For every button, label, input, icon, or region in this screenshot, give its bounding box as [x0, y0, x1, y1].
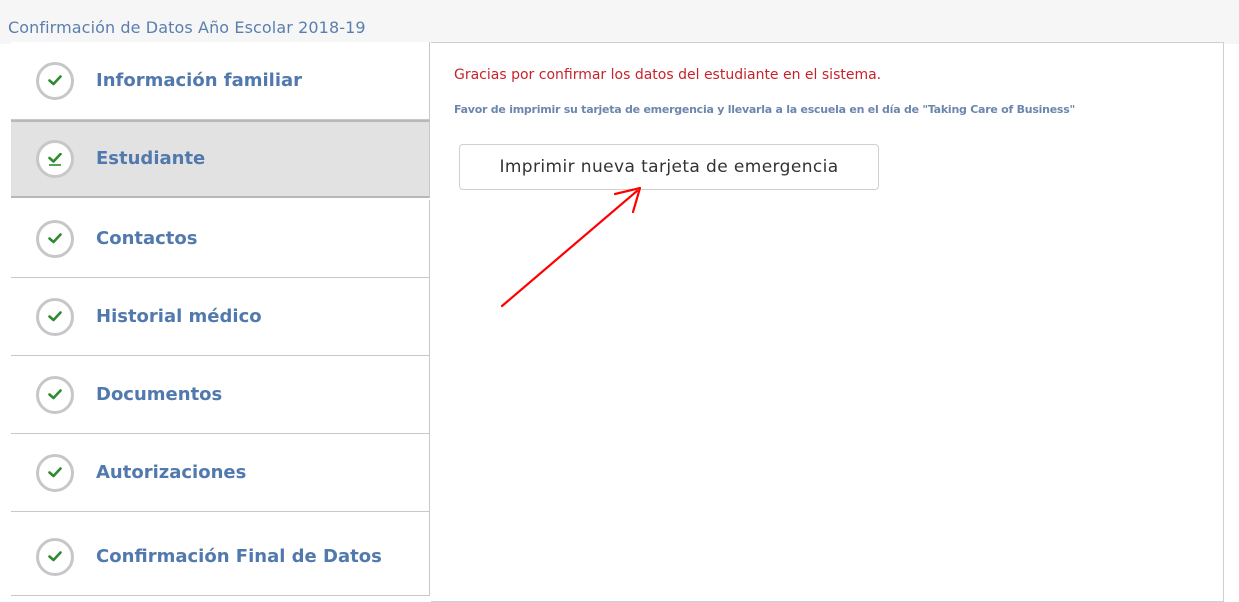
check-circle-icon	[36, 454, 74, 492]
step-documentos[interactable]: Documentos	[11, 356, 430, 434]
check-circle-icon	[36, 140, 74, 178]
check-circle-icon	[36, 220, 74, 258]
step-label: Historial médico	[96, 306, 262, 327]
step-label: Confirmación Final de Datos	[96, 546, 382, 567]
confirmation-message: Gracias por confirmar los datos del estu…	[454, 67, 882, 83]
check-circle-icon	[36, 298, 74, 336]
step-label: Información familiar	[96, 70, 303, 91]
step-confirmacion-final[interactable]: Confirmación Final de Datos	[11, 512, 430, 596]
print-instruction: Favor de imprimir su tarjeta de emergenc…	[454, 103, 1076, 116]
step-label: Contactos	[96, 228, 198, 249]
step-sidebar: Información familiar Estudiante Contacto…	[11, 42, 431, 602]
step-historial-medico[interactable]: Historial médico	[11, 278, 430, 356]
check-circle-icon	[36, 376, 74, 414]
annotation-arrow-icon	[500, 186, 642, 308]
step-estudiante[interactable]: Estudiante	[11, 120, 430, 198]
check-circle-icon	[36, 538, 74, 576]
step-label: Documentos	[96, 384, 223, 405]
step-informacion-familiar[interactable]: Información familiar	[11, 42, 430, 120]
main-content: Gracias por confirmar los datos del estu…	[431, 42, 1223, 600]
check-circle-icon	[36, 62, 74, 100]
step-label: Autorizaciones	[96, 462, 247, 483]
step-label: Estudiante	[96, 148, 206, 169]
step-autorizaciones[interactable]: Autorizaciones	[11, 434, 430, 512]
step-contactos[interactable]: Contactos	[11, 200, 430, 278]
page-title: Confirmación de Datos Año Escolar 2018-1…	[8, 18, 366, 37]
